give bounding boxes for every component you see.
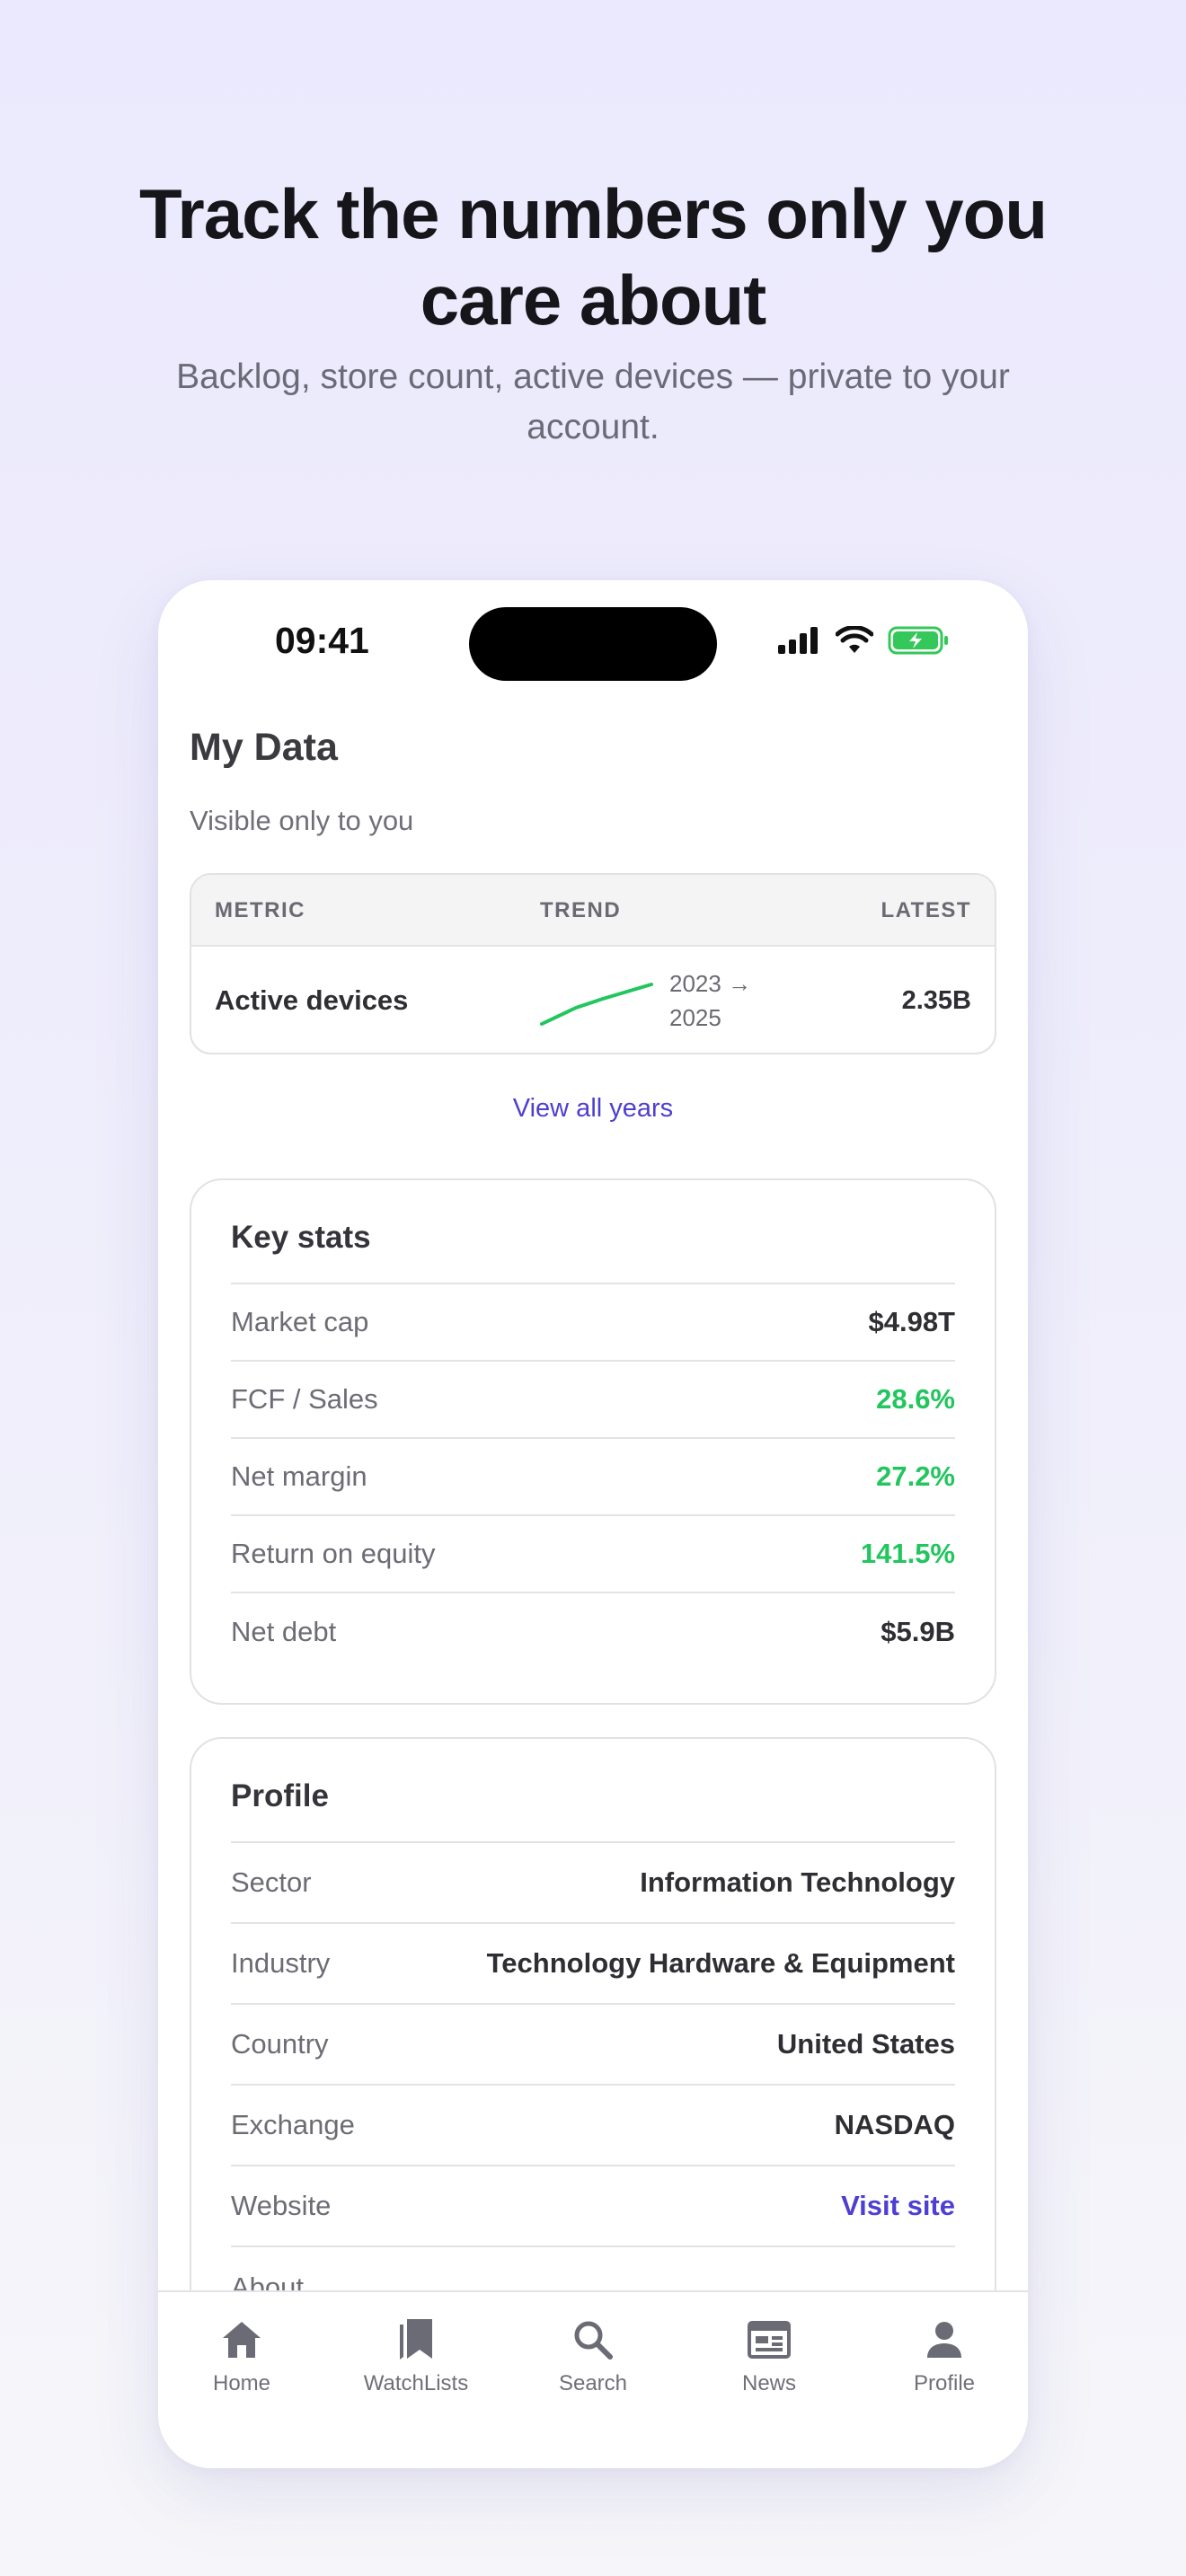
profile-row-website: Website Visit site bbox=[231, 2166, 955, 2247]
search-icon bbox=[574, 2321, 613, 2360]
metric-table: METRIC TREND LATEST Active devices 2023 … bbox=[190, 873, 996, 1054]
stat-row-net-margin: Net margin 27.2% bbox=[231, 1439, 955, 1516]
stat-row-return-on-equity: Return on equity 141.5% bbox=[231, 1516, 955, 1593]
profile-row-country: Country United States bbox=[231, 2005, 955, 2086]
profile-row-industry: Industry Technology Hardware & Equipment bbox=[231, 1924, 955, 2005]
stat-value: $4.98T bbox=[868, 1306, 955, 1337]
stat-label: Net debt bbox=[231, 1616, 337, 1647]
stat-value: 141.5% bbox=[860, 1538, 955, 1569]
header-trend: TREND bbox=[540, 898, 622, 922]
hero-subtitle: Backlog, store count, active devices — p… bbox=[162, 352, 1024, 453]
dynamic-island bbox=[469, 607, 717, 681]
metric-latest-value: 2.35B bbox=[901, 986, 971, 1015]
tab-bar: Home WatchLists Search News Profile bbox=[158, 2290, 1028, 2468]
battery-charging-icon bbox=[888, 626, 948, 655]
tab-home[interactable]: Home bbox=[161, 2314, 323, 2396]
view-all-years-link[interactable]: View all years bbox=[190, 1094, 996, 1124]
tab-label: WatchLists bbox=[363, 2371, 469, 2395]
tab-label: News bbox=[741, 2371, 796, 2395]
table-row[interactable]: Active devices 2023 → 2025 2.35B bbox=[191, 947, 995, 1053]
stat-value: 27.2% bbox=[876, 1460, 955, 1492]
trend-range-end: 2025 bbox=[669, 1004, 721, 1031]
stat-label: Market cap bbox=[231, 1306, 369, 1337]
cellular-signal-icon bbox=[778, 627, 818, 654]
hero-subtitle-line-2: account. bbox=[527, 408, 659, 446]
tab-news[interactable]: News bbox=[688, 2314, 850, 2396]
stat-label: FCF / Sales bbox=[231, 1383, 378, 1415]
page-title: My Data bbox=[190, 726, 338, 769]
page-subtitle: Visible only to you bbox=[190, 805, 414, 836]
key-stats-title: Key stats bbox=[231, 1180, 955, 1284]
home-icon bbox=[223, 2322, 261, 2358]
profile-label: Country bbox=[231, 2028, 329, 2060]
wifi-icon bbox=[836, 626, 873, 653]
phone-frame: 09:41 My Data Visible only to you METRIC… bbox=[158, 580, 1028, 2468]
stat-row-fcf-sales: FCF / Sales 28.6% bbox=[231, 1362, 955, 1439]
profile-value: Information Technology bbox=[640, 1866, 955, 1898]
profile-label: Sector bbox=[231, 1866, 312, 1898]
hero-title-line-2: care about bbox=[420, 260, 766, 340]
person-icon bbox=[927, 2322, 961, 2358]
tab-profile[interactable]: Profile bbox=[863, 2314, 1025, 2396]
hero-subtitle-line-1: Backlog, store count, active devices — p… bbox=[176, 357, 1010, 396]
visit-site-link[interactable]: Visit site bbox=[841, 2190, 955, 2222]
profile-value: United States bbox=[776, 2028, 955, 2060]
header-latest: LATEST bbox=[881, 898, 971, 922]
trend-range-start: 2023 → bbox=[669, 970, 752, 997]
key-stats-card: Key stats Market cap $4.98T FCF / Sales … bbox=[190, 1178, 996, 1705]
stat-row-market-cap: Market cap $4.98T bbox=[231, 1284, 955, 1362]
status-icons bbox=[778, 625, 951, 656]
newspaper-icon bbox=[748, 2321, 791, 2359]
hero-title: Track the numbers only you care about bbox=[0, 171, 1186, 343]
stat-label: Net margin bbox=[231, 1460, 367, 1492]
tab-search[interactable]: Search bbox=[512, 2314, 674, 2396]
profile-label: Exchange bbox=[231, 2109, 355, 2140]
status-time: 09:41 bbox=[275, 620, 369, 661]
metric-name: Active devices bbox=[215, 984, 409, 1016]
profile-value: NASDAQ bbox=[834, 2109, 955, 2140]
trend-sparkline bbox=[540, 983, 653, 1026]
tab-label: Search bbox=[558, 2371, 628, 2395]
profile-title: Profile bbox=[231, 1739, 955, 1843]
stat-row-net-debt: Net debt $5.9B bbox=[231, 1593, 955, 1671]
profile-value: Technology Hardware & Equipment bbox=[486, 1947, 955, 1979]
tab-watchlists[interactable]: WatchLists bbox=[335, 2314, 497, 2396]
profile-label: Industry bbox=[231, 1947, 331, 1979]
trend-range: 2023 → 2025 bbox=[669, 966, 786, 1035]
stat-value: $5.9B bbox=[881, 1616, 955, 1647]
tab-label: Home bbox=[212, 2371, 271, 2395]
stat-value: 28.6% bbox=[876, 1383, 955, 1415]
stat-label: Return on equity bbox=[231, 1538, 436, 1569]
profile-label: Website bbox=[231, 2190, 332, 2221]
metric-table-header: METRIC TREND LATEST bbox=[191, 875, 995, 947]
header-metric: METRIC bbox=[215, 898, 305, 922]
bookmark-icon bbox=[400, 2319, 432, 2360]
hero-title-line-1: Track the numbers only you bbox=[139, 174, 1048, 253]
profile-row-sector: Sector Information Technology bbox=[231, 1843, 955, 1924]
profile-row-exchange: Exchange NASDAQ bbox=[231, 2086, 955, 2166]
tab-label: Profile bbox=[913, 2371, 976, 2395]
